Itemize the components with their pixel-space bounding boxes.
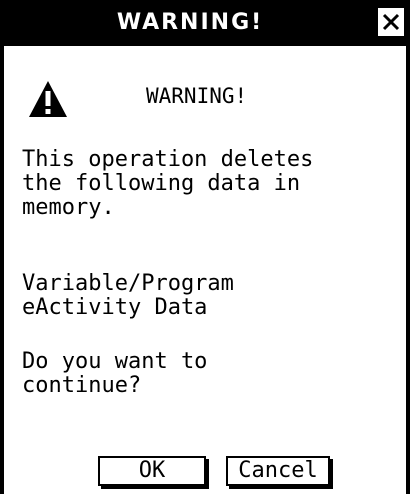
message-paragraph-1: This operation deletes the following dat… [22,147,314,220]
close-button[interactable] [378,8,404,36]
title-bar: WARNING! [4,0,406,46]
close-icon [382,13,400,31]
message-paragraph-3: Do you want to continue? [22,349,208,398]
warning-heading: WARNING! [146,84,248,108]
warning-dialog: WARNING! WARNING! This operation deletes… [0,0,410,494]
ok-button[interactable]: OK [98,456,206,486]
warning-triangle-icon [29,81,67,117]
dialog-title: WARNING! [116,10,264,35]
message-paragraph-2: Variable/Program eActivity Data [22,271,234,320]
cancel-button[interactable]: Cancel [226,456,330,486]
